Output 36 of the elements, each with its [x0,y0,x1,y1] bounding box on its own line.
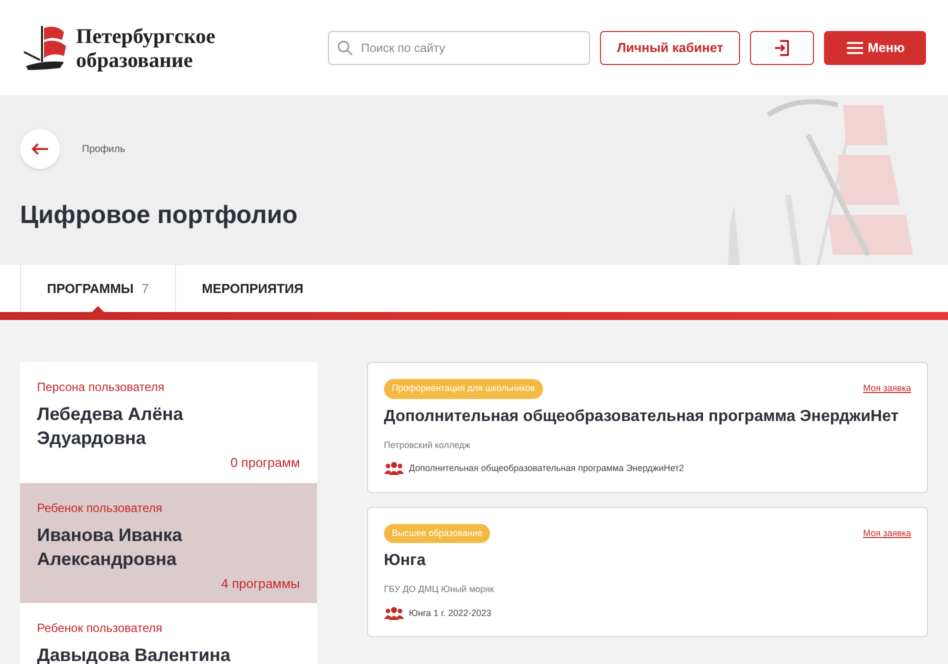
group-name: Юнга 1 г. 2022-2023 [408,606,492,620]
organization-name: Петровский колледж [384,438,472,452]
person-role: Ребенок пользователя [37,620,164,637]
group-icon [384,606,404,620]
group-name: Дополнительная общеобразовательная программа ЭнерджиНет2 [408,462,684,475]
menu-icon [846,40,864,54]
login-button[interactable] [750,30,814,64]
category-badge: Профориентация для школьников [384,379,544,398]
person-name: Лебедева Алёна Эдуардовна [37,403,184,450]
person-card[interactable]: Ребенок пользователя Иванова Иванка Александровна 4 программы [20,482,317,603]
login-icon [773,38,792,56]
program-title: Юнга [384,551,427,571]
breadcrumb-link[interactable]: Профиль [82,142,126,156]
person-card[interactable]: Персона пользователя Лебедева Алёна Эдуардовна 0 программ [20,362,317,482]
person-role: Персона пользователя [37,379,166,396]
back-button[interactable] [20,129,60,169]
person-role: Ребенок пользователя [37,500,164,516]
program-count: 4 программы [221,574,300,593]
program-title: Дополнительная общеобразовательная программа ЭнерджиНет [384,406,900,426]
logo-text: Петербургское [76,24,216,48]
my-application-link[interactable]: Моя заявка [863,382,911,396]
search-field[interactable]: Поиск по сайту [328,30,590,64]
back-arrow-icon [31,143,49,155]
search-icon [337,40,353,56]
page-title: Цифровое портфолио [20,200,298,231]
my-application-link[interactable]: Моя заявка [863,526,911,540]
group-icon [384,462,404,476]
person-name: Иванова Иванка Александровна [37,524,184,570]
logo-text: образование [76,48,194,72]
tab[interactable]: МЕРОПРИЯТИЯ [176,265,330,312]
program-count: 0 программ [230,454,300,472]
organization-name: ГБУ ДО ДМЦ Юный моряк [384,583,495,596]
category-badge: Высшее образование [384,524,490,543]
account-button[interactable]: Личный кабинет [600,30,740,64]
tab[interactable]: ПРОГРАММЫ 7 [20,265,176,312]
menu-button[interactable]: Меню [824,30,926,64]
